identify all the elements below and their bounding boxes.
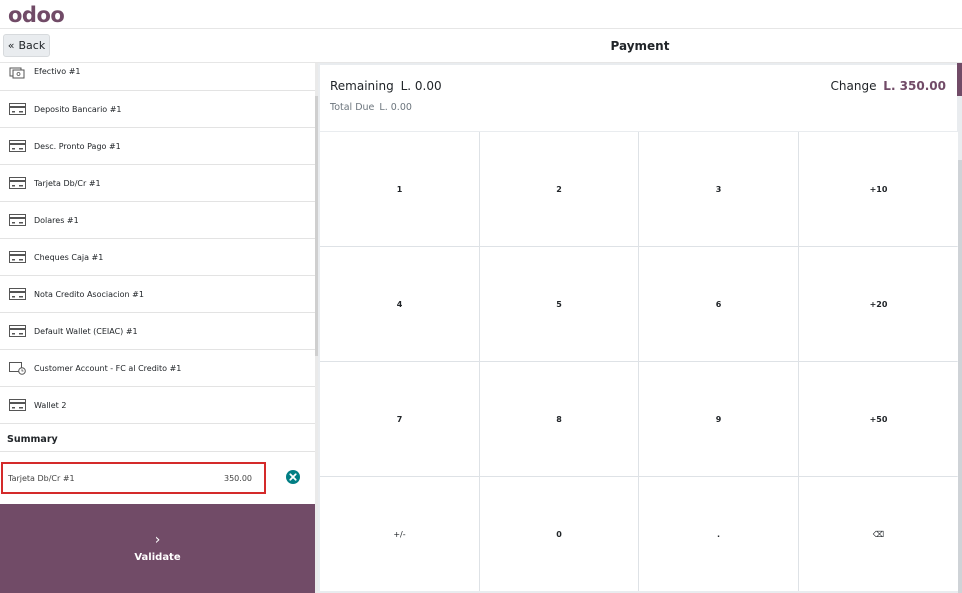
numpad-key-0[interactable]: 0 bbox=[480, 477, 638, 591]
numpad-key-8[interactable]: 8 bbox=[480, 362, 638, 476]
payment-line-amount: 350.00 bbox=[224, 473, 252, 483]
validate-button[interactable]: › Validate bbox=[0, 504, 315, 593]
cash-icon bbox=[9, 67, 26, 79]
summary-divider bbox=[0, 451, 315, 452]
payment-method-nota-credito[interactable]: Nota Credito Asociacion #1 bbox=[0, 276, 315, 313]
payment-method-deposito-bancario[interactable]: Deposito Bancario #1 bbox=[0, 91, 315, 128]
odoo-logo: odoo bbox=[8, 3, 65, 27]
card-icon bbox=[9, 214, 26, 226]
page-title: Payment bbox=[610, 39, 670, 53]
payment-status: Remaining L. 0.00 Total Due L. 0.00 Chan… bbox=[320, 65, 957, 131]
backspace-icon[interactable]: ⌫ bbox=[799, 477, 958, 591]
payment-method-label: Dolares #1 bbox=[34, 215, 79, 225]
action-bar: « Back Payment bbox=[0, 29, 962, 63]
payment-line-method: Tarjeta Db/Cr #1 bbox=[8, 473, 75, 483]
payment-method-desc-pronto-pago[interactable]: Desc. Pronto Pago #1 bbox=[0, 128, 315, 165]
payment-method-label: Default Wallet (CEIAC) #1 bbox=[34, 326, 138, 336]
payment-method-label: Nota Credito Asociacion #1 bbox=[34, 289, 144, 299]
numpad: 1 2 3 +10 4 5 6 +20 7 8 9 +50 +/- 0 . ⌫ bbox=[320, 132, 958, 591]
payment-method-cheques-caja[interactable]: Cheques Caja #1 bbox=[0, 239, 315, 276]
numpad-key-2[interactable]: 2 bbox=[480, 132, 638, 246]
change-value: L. 350.00 bbox=[883, 79, 946, 93]
top-bar: odoo bbox=[0, 0, 962, 29]
payment-method-label: Deposito Bancario #1 bbox=[34, 104, 122, 114]
payment-method-customer-account[interactable]: Customer Account - FC al Credito #1 bbox=[0, 350, 315, 387]
payment-method-label: Tarjeta Db/Cr #1 bbox=[34, 178, 101, 188]
card-icon bbox=[9, 399, 26, 411]
close-circle-icon bbox=[286, 470, 300, 484]
numpad-key-1[interactable]: 1 bbox=[320, 132, 479, 246]
remaining: Remaining L. 0.00 bbox=[330, 79, 442, 93]
numpad-key-6[interactable]: 6 bbox=[639, 247, 798, 361]
payment-method-dolares[interactable]: Dolares #1 bbox=[0, 202, 315, 239]
card-icon bbox=[9, 177, 26, 189]
payment-method-efectivo[interactable]: Efectivo #1 bbox=[0, 63, 315, 91]
chevron-right-icon: › bbox=[154, 532, 161, 548]
total-due-value: L. 0.00 bbox=[379, 102, 412, 113]
payment-method-label: Efectivo #1 bbox=[34, 67, 81, 76]
payment-method-label: Customer Account - FC al Credito #1 bbox=[34, 363, 182, 373]
card-icon bbox=[9, 103, 26, 115]
payment-line[interactable]: Tarjeta Db/Cr #1 350.00 bbox=[1, 462, 266, 494]
card-icon bbox=[9, 288, 26, 300]
numpad-key-3[interactable]: 3 bbox=[639, 132, 798, 246]
back-button[interactable]: « Back bbox=[3, 34, 50, 57]
remaining-value: L. 0.00 bbox=[400, 79, 442, 93]
numpad-key-plus-minus[interactable]: +/- bbox=[320, 477, 479, 591]
payment-method-label: Wallet 2 bbox=[34, 400, 67, 410]
right-scrollbar[interactable] bbox=[958, 160, 962, 593]
numpad-key-9[interactable]: 9 bbox=[639, 362, 798, 476]
numpad-key-7[interactable]: 7 bbox=[320, 362, 479, 476]
back-button-label: Back bbox=[18, 39, 46, 52]
card-icon bbox=[9, 251, 26, 263]
double-chevron-left-icon: « bbox=[7, 39, 15, 52]
numpad-key-plus20[interactable]: +20 bbox=[799, 247, 958, 361]
payment-method-tarjeta[interactable]: Tarjeta Db/Cr #1 bbox=[0, 165, 315, 202]
numpad-key-decimal[interactable]: . bbox=[639, 477, 798, 591]
validate-label: Validate bbox=[134, 552, 181, 563]
numpad-key-4[interactable]: 4 bbox=[320, 247, 479, 361]
change: Change L. 350.00 bbox=[830, 79, 946, 93]
total-due: Total Due L. 0.00 bbox=[330, 102, 412, 113]
numpad-key-plus10[interactable]: +10 bbox=[799, 132, 958, 246]
payment-method-wallet-2[interactable]: Wallet 2 bbox=[0, 387, 315, 424]
numpad-key-plus50[interactable]: +50 bbox=[799, 362, 958, 476]
numpad-key-5[interactable]: 5 bbox=[480, 247, 638, 361]
account-icon bbox=[9, 362, 26, 375]
payment-method-label: Cheques Caja #1 bbox=[34, 252, 104, 262]
card-icon bbox=[9, 140, 26, 152]
summary-title: Summary bbox=[7, 434, 58, 445]
card-icon bbox=[9, 325, 26, 337]
payment-method-label: Desc. Pronto Pago #1 bbox=[34, 141, 121, 151]
right-scrollbar-thumb[interactable] bbox=[957, 63, 962, 96]
delete-payment-line-button[interactable] bbox=[286, 469, 300, 484]
payment-method-default-wallet[interactable]: Default Wallet (CEIAC) #1 bbox=[0, 313, 315, 350]
